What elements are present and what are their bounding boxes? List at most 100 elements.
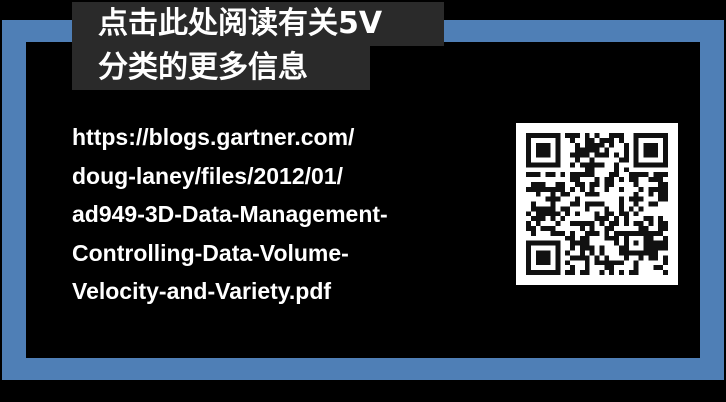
- qr-module: [663, 172, 668, 178]
- qr-module: [589, 172, 595, 178]
- qr-module: [638, 250, 644, 256]
- qr-module: [599, 270, 605, 275]
- url-line-4[interactable]: Controlling-Data-Volume-: [72, 234, 472, 273]
- qr-module: [579, 250, 585, 256]
- qr-module: [619, 196, 624, 202]
- qr-module: [648, 250, 654, 256]
- qr-module: [604, 255, 610, 261]
- qr-module: [643, 245, 649, 251]
- qr-module: [623, 167, 629, 173]
- qr-module: [623, 142, 629, 148]
- qr-module: [526, 240, 531, 246]
- qr-module: [604, 235, 610, 241]
- qr-module: [530, 230, 536, 236]
- qr-module: [570, 235, 575, 241]
- qr-module: [643, 152, 649, 158]
- qr-module: [565, 206, 571, 212]
- qr-module: [648, 162, 654, 168]
- qr-module: [633, 201, 639, 207]
- qr-module: [550, 172, 556, 178]
- qr-module: [570, 270, 575, 275]
- qr-module: [545, 240, 551, 246]
- qr-module: [614, 235, 620, 241]
- qr-module: [633, 191, 639, 197]
- qr-module: [663, 191, 668, 197]
- qr-module: [570, 221, 575, 227]
- qr-module: [535, 206, 541, 212]
- qr-module: [594, 201, 600, 207]
- qr-module: [604, 206, 610, 212]
- qr-module: [526, 162, 531, 168]
- qr-code-icon[interactable]: [516, 123, 678, 285]
- qr-module: [579, 240, 585, 246]
- qr-module: [623, 221, 629, 227]
- qr-module: [638, 186, 644, 192]
- url-link[interactable]: https://blogs.gartner.com/ doug-laney/fi…: [72, 118, 472, 311]
- qr-module: [535, 191, 541, 197]
- qr-module: [589, 201, 595, 207]
- url-line-3[interactable]: ad949-3D-Data-Management-: [72, 195, 472, 234]
- qr-module: [545, 196, 551, 202]
- qr-module: [653, 142, 659, 148]
- qr-module: [584, 133, 590, 138]
- qr-module: [560, 230, 566, 236]
- qr-module: [570, 201, 575, 207]
- qr-module: [540, 211, 546, 217]
- qr-module: [643, 147, 649, 153]
- qr-module: [594, 230, 600, 236]
- url-line-2[interactable]: doug-laney/files/2012/01/: [72, 157, 472, 196]
- qr-module: [574, 152, 580, 158]
- qr-module: [530, 216, 536, 222]
- qr-module: [579, 152, 585, 158]
- qr-module: [570, 265, 575, 271]
- qr-module: [599, 201, 605, 207]
- qr-module: [619, 250, 624, 256]
- qr-module: [526, 226, 531, 231]
- qr-module: [550, 186, 556, 192]
- qr-module: [535, 270, 541, 275]
- qr-module: [545, 270, 551, 275]
- qr-module: [570, 230, 575, 236]
- qr-module: [535, 186, 541, 192]
- url-line-5[interactable]: Velocity-and-Variety.pdf: [72, 272, 472, 311]
- qr-module: [648, 152, 654, 158]
- qr-module: [628, 250, 634, 256]
- page: 点击此处阅读有关5V 分类的更多信息 https://blogs.gartner…: [0, 0, 726, 402]
- qr-module: [614, 133, 620, 138]
- qr-module: [574, 201, 580, 207]
- qr-module: [648, 245, 654, 251]
- qr-module: [565, 250, 571, 256]
- qr-module: [560, 181, 566, 187]
- qr-module: [565, 191, 571, 197]
- qr-module: [604, 186, 610, 192]
- qr-module: [653, 162, 659, 168]
- qr-module: [663, 240, 668, 246]
- qr-module: [609, 270, 615, 275]
- qr-module: [584, 167, 590, 173]
- qr-module: [623, 255, 629, 261]
- qr-module: [589, 245, 595, 251]
- qr-module: [579, 172, 585, 178]
- qr-module: [526, 221, 531, 227]
- qr-module: [584, 191, 590, 197]
- qr-module: [589, 137, 595, 143]
- qr-module: [555, 245, 561, 251]
- qr-module: [653, 201, 659, 207]
- qr-module: [579, 162, 585, 168]
- qr-module: [599, 137, 605, 143]
- qr-module: [648, 191, 654, 197]
- qr-module: [609, 221, 615, 227]
- qr-module: [555, 137, 561, 143]
- qr-module: [604, 226, 610, 231]
- url-line-1[interactable]: https://blogs.gartner.com/: [72, 118, 472, 157]
- qr-module: [579, 245, 585, 251]
- qr-module: [609, 133, 615, 138]
- qr-module: [526, 255, 531, 261]
- qr-module: [570, 172, 575, 178]
- qr-module: [584, 162, 590, 168]
- qr-module: [653, 265, 659, 271]
- qr-module: [648, 201, 654, 207]
- qr-module: [658, 265, 664, 271]
- qr-module: [545, 133, 551, 138]
- qr-module: [663, 270, 668, 275]
